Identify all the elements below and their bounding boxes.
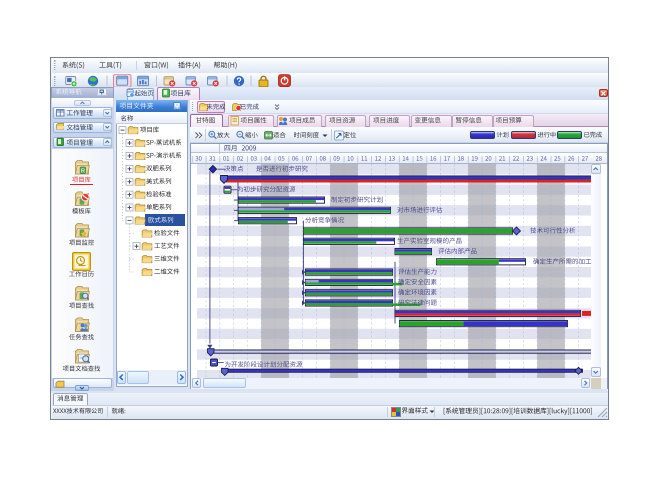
- svg-text:R: R: [81, 168, 85, 174]
